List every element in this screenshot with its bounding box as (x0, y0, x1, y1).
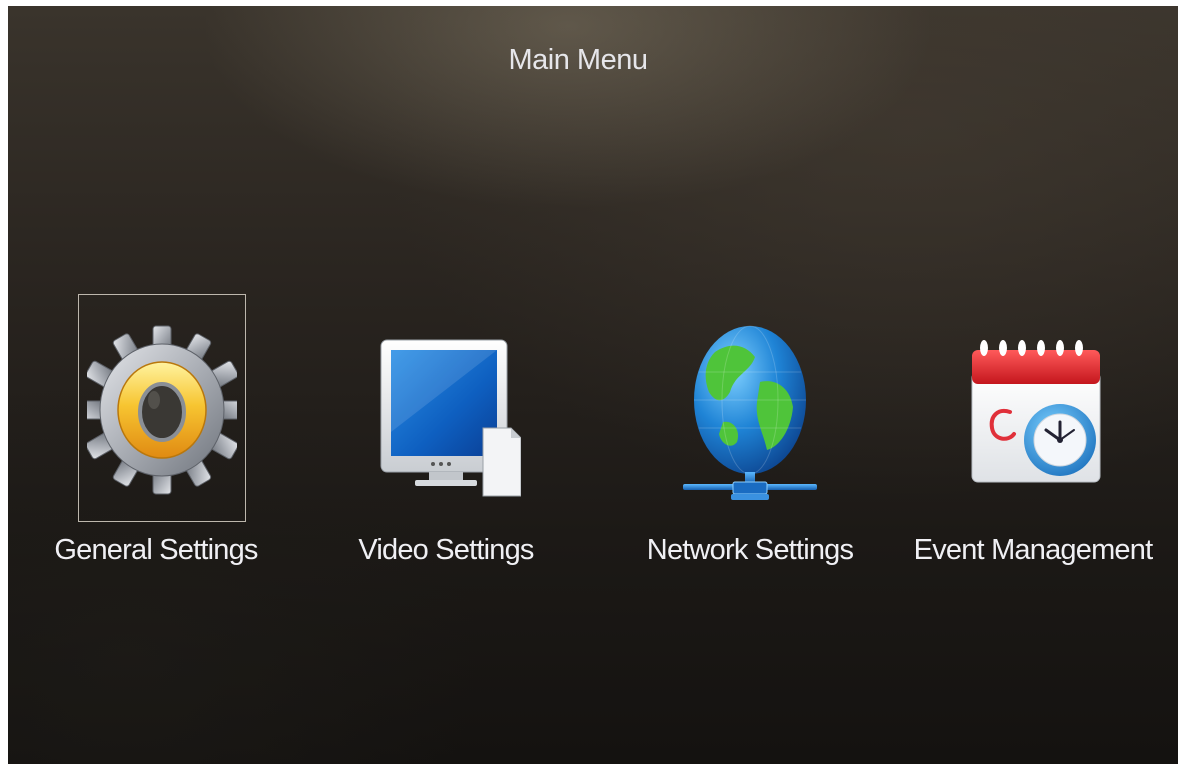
monitor-icon (371, 312, 522, 502)
menu-item-general-settings[interactable]: General Settings (26, 294, 286, 584)
menu-item-label: General Settings (54, 534, 258, 566)
main-menu-screen: Main Menu General Settings Video Setting… (8, 6, 1178, 764)
menu-item-event-management[interactable]: Event Management (903, 294, 1163, 584)
menu-item-label: Network Settings (646, 534, 854, 566)
menu-item-video-settings[interactable]: Video Settings (316, 294, 576, 584)
page-title: Main Menu (508, 44, 648, 76)
gear-icon (77, 312, 247, 502)
menu-item-label: Event Management (913, 534, 1153, 566)
globe-network-icon (675, 312, 825, 502)
menu-item-network-settings[interactable]: Network Settings (620, 294, 880, 584)
menu-item-label: Video Settings (358, 534, 534, 566)
calendar-clock-icon (962, 312, 1112, 502)
